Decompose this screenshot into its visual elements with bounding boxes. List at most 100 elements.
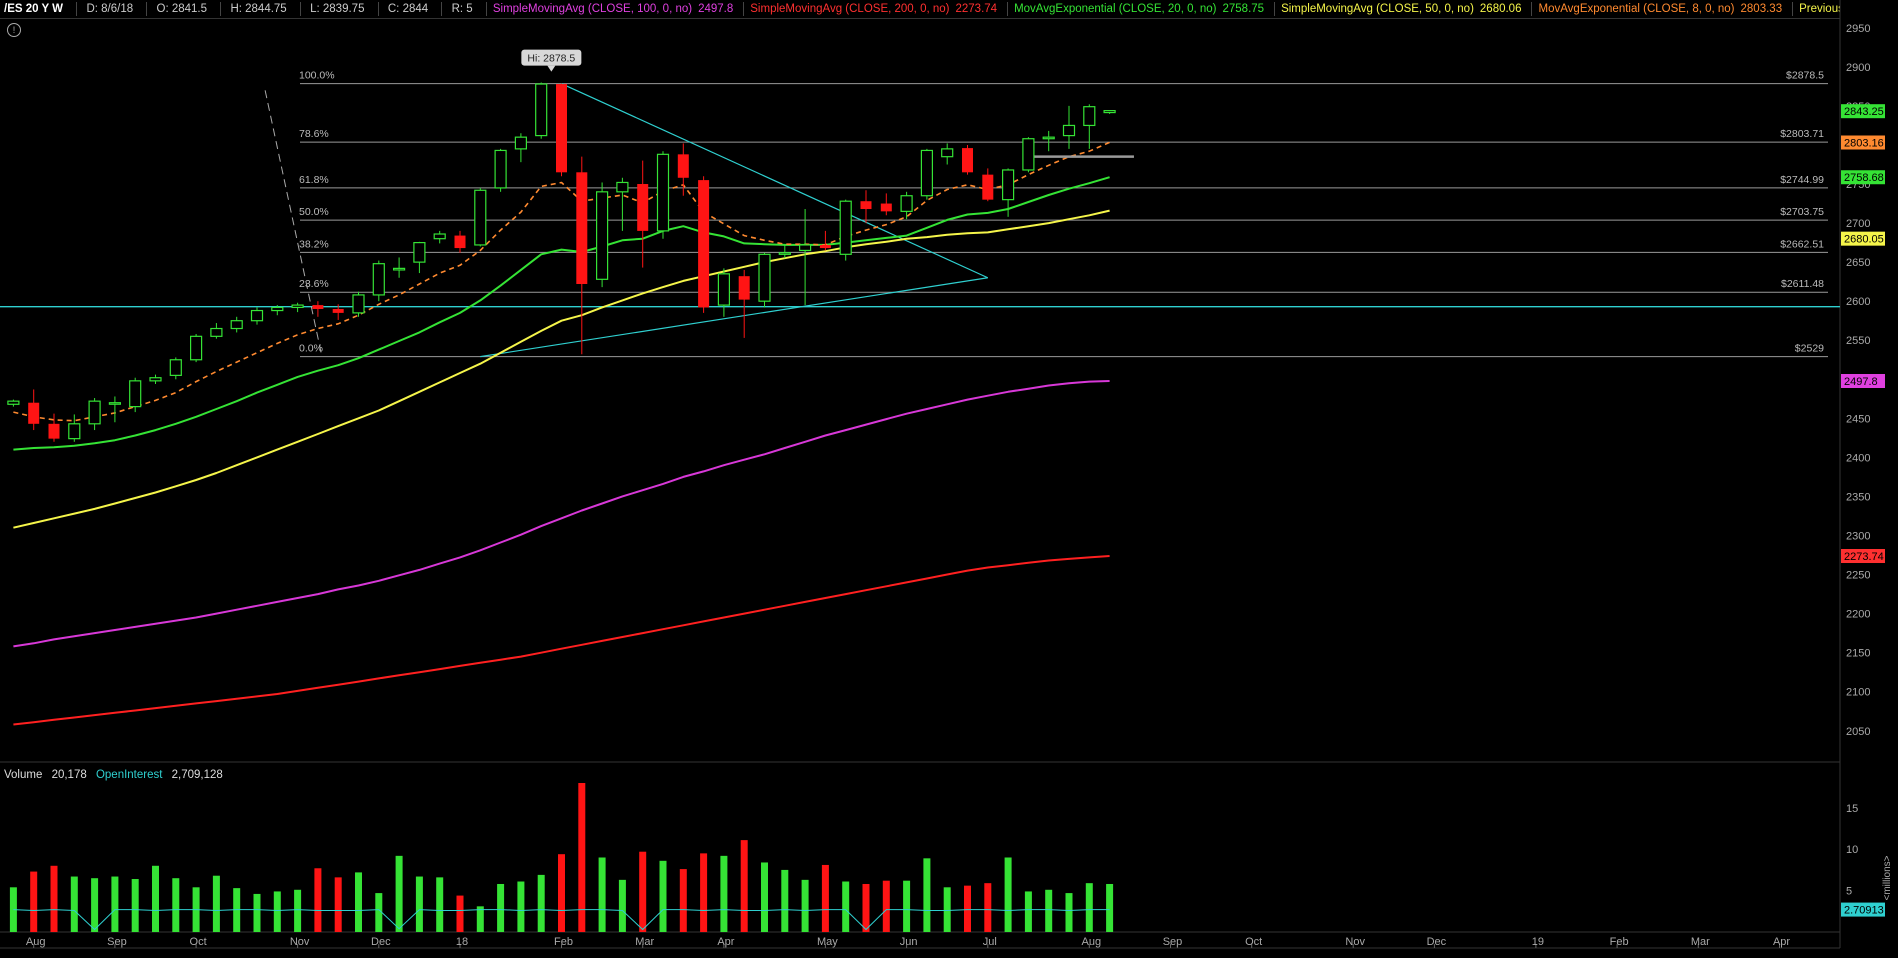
price-tick-label: 2150 — [1846, 648, 1870, 660]
candle-body — [494, 149, 507, 189]
volume-bar — [355, 872, 362, 932]
volume-bar — [598, 857, 606, 932]
candle-body — [839, 200, 852, 255]
volume-bar — [152, 865, 159, 932]
candle-body — [616, 181, 629, 193]
volume-bar — [1085, 883, 1093, 932]
fib-price-label: $2611.48 — [1781, 278, 1824, 290]
price-tick-label: 2450 — [1846, 413, 1870, 425]
volume-bar — [131, 879, 139, 932]
fib-price-label: $2662.51 — [1780, 238, 1824, 250]
volume-bar — [943, 887, 951, 932]
volume-bar — [842, 881, 850, 932]
time-tick-label: Mar — [1691, 936, 1710, 948]
candle-body — [595, 191, 609, 280]
candle-body — [514, 136, 528, 150]
candle-body — [250, 309, 264, 322]
price-tick-label: 2600 — [1846, 296, 1870, 308]
time-tick-label: Apr — [1773, 936, 1790, 948]
candle-body — [230, 320, 243, 330]
volume-bar — [1065, 893, 1073, 932]
fib-pct-label: 100.0% — [299, 70, 335, 82]
time-tick-label: Aug — [1082, 936, 1102, 948]
candle-body — [474, 189, 487, 246]
candle-body — [68, 423, 81, 440]
price-tick-label: 2950 — [1846, 23, 1870, 35]
price-tick-label: 2250 — [1846, 570, 1870, 582]
candle-body — [656, 153, 670, 232]
time-tick-label: Sep — [1163, 936, 1183, 948]
candle-body — [48, 423, 60, 439]
time-tick-label: Feb — [554, 936, 573, 948]
fib-pct-label: 50.0% — [299, 206, 329, 218]
volume-bar — [639, 851, 647, 932]
time-tick-label: Jun — [900, 936, 918, 948]
candle-body — [393, 267, 406, 271]
candle-body — [860, 201, 872, 210]
price-tag-label: 2843.25 — [1844, 106, 1884, 118]
hi-label: Hi: 2878.5 — [521, 49, 582, 72]
candle-body — [190, 335, 203, 361]
fib-pct-label: 61.8% — [299, 174, 329, 186]
time-tick-label: Nov — [1345, 936, 1365, 948]
volume-bar — [172, 878, 180, 932]
candle-body — [677, 154, 689, 178]
candle-body — [798, 244, 812, 252]
volume-bar — [415, 876, 423, 932]
price-tick-label: 2350 — [1846, 491, 1870, 503]
volume-bar — [91, 878, 99, 932]
fib-pct-label: 78.6% — [299, 128, 329, 140]
sma200-line — [13, 555, 1110, 726]
candle-body — [880, 203, 892, 212]
price-tick-label: 2400 — [1846, 452, 1870, 464]
time-tick-label: Jul — [983, 936, 997, 948]
volume-bar — [395, 855, 403, 932]
time-tick-label: Mar — [635, 936, 654, 948]
volume-bar — [111, 876, 119, 932]
time-tick-label: Sep — [107, 936, 127, 948]
candle-body — [1042, 136, 1055, 140]
price-tag-label: 2680.05 — [1844, 234, 1884, 246]
volume-bar — [314, 868, 322, 932]
price-chart[interactable]: 2050210021502200225023002350240024502500… — [0, 0, 1898, 958]
volume-bar — [984, 883, 992, 932]
candle-body — [433, 233, 446, 240]
volume-bar — [761, 862, 768, 932]
candle-body — [129, 380, 142, 408]
volume-bar — [558, 854, 565, 932]
price-tick-label: 2700 — [1846, 218, 1870, 230]
time-tick-label: Feb — [1610, 936, 1629, 948]
time-tick-label: 19 — [1532, 936, 1544, 948]
candle-body — [352, 294, 365, 314]
candle-body — [413, 242, 426, 263]
volume-bar — [781, 869, 789, 932]
volume-tick-label: 15 — [1846, 803, 1858, 815]
time-tick-label: Oct — [1245, 936, 1262, 948]
candle-body — [1022, 138, 1035, 171]
fib-pct-label: 23.6% — [299, 278, 329, 290]
time-tick-label: Oct — [190, 936, 207, 948]
time-tick-label: Dec — [1427, 936, 1447, 948]
candle-body — [312, 305, 324, 309]
candle-body — [210, 327, 223, 337]
open-interest-label: OpenInterest — [95, 769, 163, 781]
price-tick-label: 2300 — [1846, 530, 1870, 542]
price-tag-label: 2273.74 — [1844, 551, 1884, 563]
volume-bar — [294, 889, 302, 932]
fib-pct-label: 38.2% — [299, 238, 329, 250]
candle-body — [271, 306, 284, 312]
hi-label-text: Hi: 2878.5 — [527, 53, 575, 65]
volume-bar — [1045, 889, 1053, 932]
volume-bar — [273, 891, 281, 932]
candle-body — [819, 244, 831, 249]
price-tick-label: 2100 — [1846, 687, 1870, 699]
candle-body — [1001, 169, 1015, 201]
volume-tick-label: 10 — [1846, 844, 1858, 856]
candle-body — [88, 400, 101, 425]
candle-body — [28, 402, 40, 424]
volume-bar — [30, 871, 38, 932]
candle-body — [372, 263, 385, 296]
candle-body — [717, 273, 731, 306]
volume-bar — [253, 893, 261, 932]
candle-body — [637, 184, 649, 231]
